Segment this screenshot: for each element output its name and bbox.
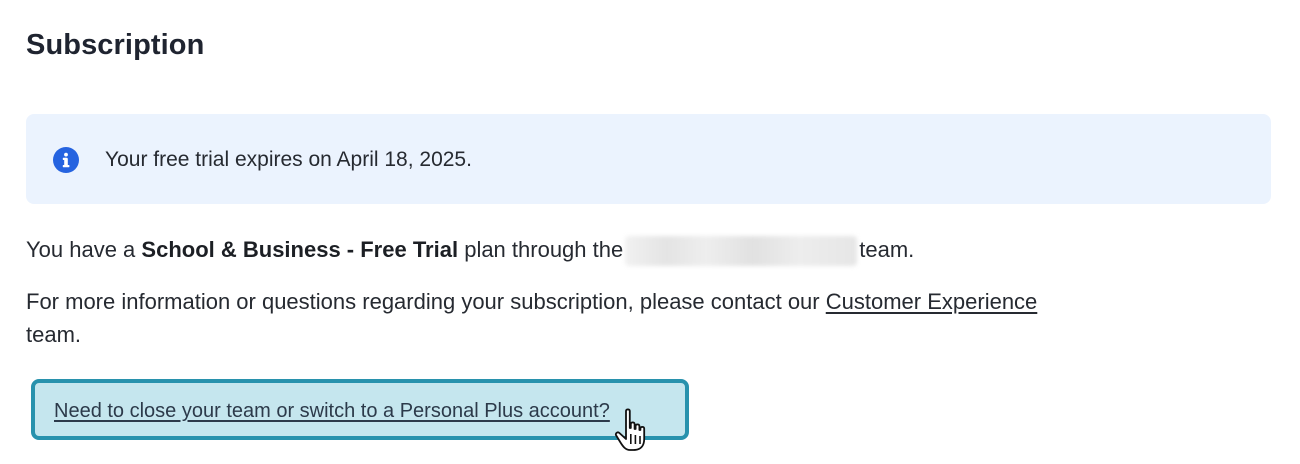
contact-info: For more information or questions regard…: [26, 285, 1226, 351]
team-action-highlight[interactable]: Need to close your team or switch to a P…: [31, 379, 689, 440]
plan-suffix-text: team.: [859, 237, 915, 262]
plan-summary: You have a School & Business - Free Tria…: [26, 236, 915, 267]
contact-after-link-text: team.: [26, 322, 82, 347]
customer-experience-link[interactable]: Customer Experience: [826, 289, 1038, 314]
plan-middle-text: plan through the: [464, 237, 624, 262]
trial-info-banner: Your free trial expires on April 18, 202…: [26, 114, 1271, 204]
hand-pointer-icon: [615, 408, 646, 451]
plan-name: School & Business - Free Trial: [141, 237, 459, 262]
page-title: Subscription: [26, 29, 205, 61]
info-icon: [53, 147, 79, 173]
close-or-switch-team-link[interactable]: Need to close your team or switch to a P…: [54, 399, 610, 423]
redacted-team-name: [625, 236, 858, 267]
contact-before-link-text: For more information or questions regard…: [26, 289, 820, 314]
trial-expiry-text: Your free trial expires on April 18, 202…: [105, 148, 472, 171]
plan-prefix-text: You have a: [26, 237, 136, 262]
